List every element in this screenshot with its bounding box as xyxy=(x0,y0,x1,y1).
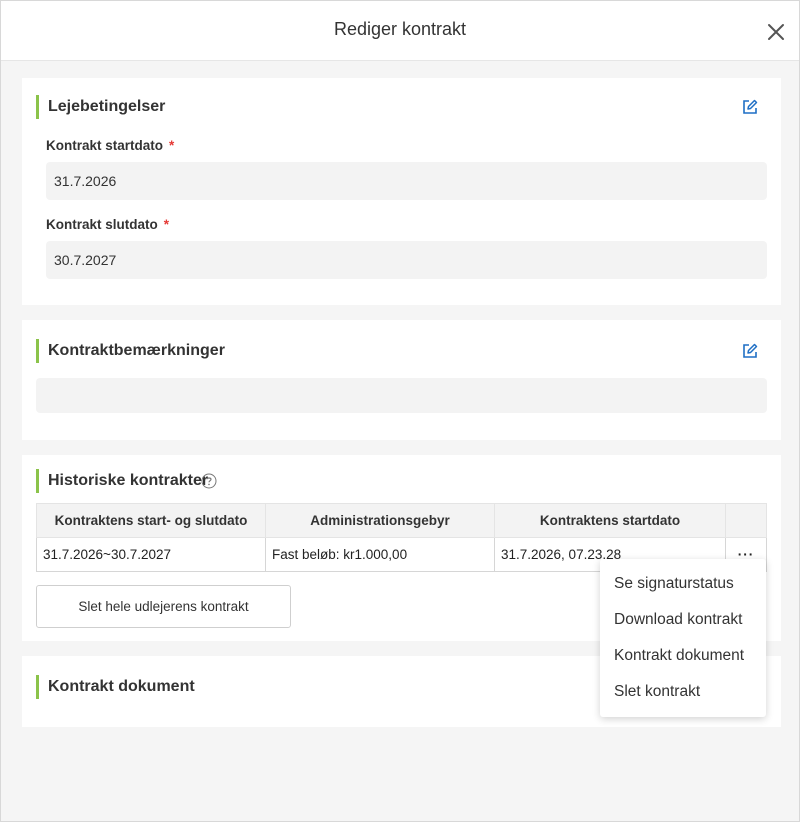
help-icon[interactable] xyxy=(201,473,217,489)
menu-item-signature-status[interactable]: Se signaturstatus xyxy=(614,575,734,593)
required-mark: * xyxy=(163,217,170,232)
start-date-field[interactable]: 31.7.2026 xyxy=(46,162,767,200)
edit-contract-dialog: Rediger kontrakt Lejebetingelser Kontrak… xyxy=(0,0,800,822)
dialog-header: Rediger kontrakt xyxy=(1,1,799,61)
table-header-row: Kontraktens start- og slutdato Administr… xyxy=(36,503,767,538)
period-cell: 31.7.2026~30.7.2027 xyxy=(36,537,266,572)
end-date-label: Kontrakt slutdato * xyxy=(46,217,170,232)
edit-remarks-icon[interactable] xyxy=(741,342,759,360)
required-mark: * xyxy=(169,138,175,153)
row-actions-menu: Se signaturstatus Download kontrakt Kont… xyxy=(600,559,766,717)
column-header-actions xyxy=(725,503,767,538)
history-title: Historiske kontrakter xyxy=(36,469,208,493)
menu-item-contract-document[interactable]: Kontrakt dokument xyxy=(614,647,744,665)
delete-all-contracts-button[interactable]: Slet hele udlejerens kontrakt xyxy=(36,585,291,628)
column-header: Kontraktens startdato xyxy=(494,503,726,538)
end-date-field[interactable]: 30.7.2027 xyxy=(46,241,767,279)
column-header: Administrationsgebyr xyxy=(265,503,495,538)
fee-cell: Fast beløb: kr1.000,00 xyxy=(265,537,495,572)
menu-item-delete-contract[interactable]: Slet kontrakt xyxy=(614,683,700,701)
lease-terms-card: Lejebetingelser Kontrakt startdato * 31.7… xyxy=(22,78,781,305)
dialog-title: Rediger kontrakt xyxy=(333,19,467,39)
start-date-label: Kontrakt startdato * xyxy=(46,138,175,153)
column-header: Kontraktens start- og slutdato xyxy=(36,503,266,538)
document-title: Kontrakt dokument xyxy=(36,675,195,699)
remarks-title: Kontraktbemærkninger xyxy=(36,339,225,363)
menu-item-download-contract[interactable]: Download kontrakt xyxy=(614,611,742,629)
remarks-field[interactable] xyxy=(36,378,767,413)
lease-terms-title: Lejebetingelser xyxy=(36,95,165,119)
close-icon[interactable] xyxy=(765,21,787,43)
remarks-card: Kontraktbemærkninger xyxy=(22,320,781,440)
edit-lease-terms-icon[interactable] xyxy=(741,98,759,116)
